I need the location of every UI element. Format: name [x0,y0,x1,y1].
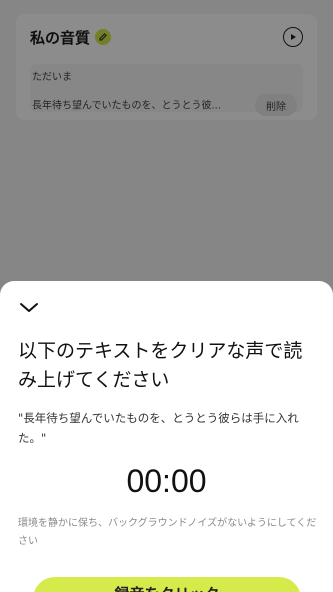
sheet-title: 以下のテキストをクリアな声で読み上げてください [18,340,303,391]
chevron-down-icon[interactable] [18,299,40,315]
recording-sheet: 以下のテキストをクリアな声で読み上げてください "長年待ち望んでいたものを、とう… [0,281,333,592]
noise-hint: 環境を静かに保ち、バックグラウンドノイズがないようにしてください [18,518,317,547]
recording-timer: 00:00 [126,463,207,499]
record-button[interactable]: 録音をクリック [33,577,301,592]
reading-text: "長年待ち望んでいたものを、とうとう彼らは手に入れた。" [18,411,299,445]
